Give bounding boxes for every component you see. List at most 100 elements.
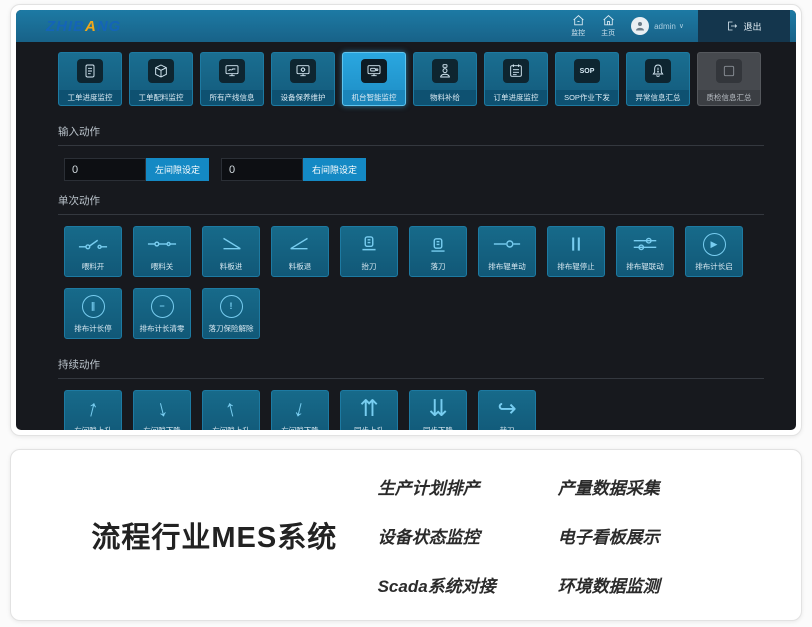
logo-text-2: NG	[97, 18, 122, 35]
section-title-single: 单次动作	[58, 183, 764, 215]
counter-pause-icon: ∥	[82, 295, 105, 318]
logout-button[interactable]: 退出	[698, 10, 790, 42]
nav-home-label: 主页	[601, 28, 615, 38]
feed-open-button[interactable]: 喂料开	[64, 226, 122, 277]
plate-back-button[interactable]: 料板退	[271, 226, 329, 277]
feature-equipment-status: 设备状态监控	[378, 523, 496, 548]
avatar	[631, 17, 649, 35]
single-action-row-2: ∥ 排布计长停 − 排布计长清零 ! 落刀保险解除	[64, 288, 764, 339]
tile-label: 质检信息汇总	[698, 90, 760, 105]
roller-stop-button[interactable]: 排布辊停止	[547, 226, 605, 277]
right-gap-down-button[interactable]: ↓ 右间隙下降	[271, 390, 329, 430]
sync-down-button[interactable]: ⇊ 同步下降	[409, 390, 467, 430]
counter-clear-icon: −	[151, 295, 174, 318]
feature-output-data: 产量数据采集	[558, 474, 660, 499]
logout-icon	[726, 20, 738, 32]
tile-label: 所有产线信息	[201, 90, 263, 105]
chevron-down-icon: ∨	[679, 22, 684, 30]
app-screenshot-card: ZHIBANG 监控 主页 admin ∨ 退出 工单进度监控	[10, 4, 802, 436]
counter-start-icon: ▶	[703, 233, 726, 256]
machine-smart-monitor-icon	[361, 59, 387, 83]
counter-start-button[interactable]: ▶ 排布计长启	[685, 226, 743, 277]
input-action-section: 输入动作 左间隙设定 右间隙设定	[16, 114, 796, 181]
feature-production-planning: 生产计划排产	[378, 474, 496, 499]
section-title-continuous: 持续动作	[58, 347, 764, 379]
right-gap-input-group: 右间隙设定	[221, 158, 366, 181]
logo-text: ZHIB	[46, 18, 85, 35]
right-gap-set-button[interactable]: 右间隙设定	[303, 158, 366, 181]
promo-card: 流程行业MES系统 生产计划排产 产量数据采集 设备状态监控 电子看板展示 Sc…	[10, 449, 802, 621]
tile-label: 异常信息汇总	[627, 90, 689, 105]
feed-close-icon	[134, 227, 190, 261]
knife-up-icon	[341, 227, 397, 261]
feed-close-button[interactable]: 喂料关	[133, 226, 191, 277]
user-menu[interactable]: admin ∨	[631, 17, 684, 35]
counter-clear-button[interactable]: − 排布计长清零	[133, 288, 191, 339]
cut-knife-icon: ↪	[497, 397, 516, 420]
tile-machine-smart-monitor[interactable]: 机台智能监控	[342, 52, 406, 106]
work-order-material-icon	[148, 59, 174, 83]
zhibang-logo: ZHIBANG	[46, 18, 121, 35]
tile-production-lines[interactable]: 所有产线信息	[200, 52, 264, 106]
sync-down-icon: ⇊	[428, 397, 447, 420]
roller-single-button[interactable]: 排布辊单动	[478, 226, 536, 277]
tile-label: 机台智能监控	[343, 90, 405, 105]
promo-title: 流程行业MES系统	[51, 514, 378, 556]
knife-down-button[interactable]: 落刀	[409, 226, 467, 277]
nav-home[interactable]: 主页	[601, 14, 615, 38]
roller-linked-button[interactable]: 排布辊联动	[616, 226, 674, 277]
tile-label: SOP作业下发	[556, 90, 618, 105]
cut-knife-button[interactable]: ↪ 裁刀	[478, 390, 536, 430]
tile-order-progress[interactable]: 订单进度监控	[484, 52, 548, 106]
left-gap-input-group: 左间隙设定	[64, 158, 209, 181]
left-gap-up-icon: ↑	[85, 395, 102, 420]
tile-equipment-maintenance[interactable]: 设备保养维护	[271, 52, 335, 106]
quality-info-icon	[716, 59, 742, 83]
tile-quality-info[interactable]: 质检信息汇总	[697, 52, 761, 106]
plate-forward-icon	[203, 227, 259, 261]
production-lines-icon	[219, 59, 245, 83]
left-gap-up-button[interactable]: ↑ 左间隙上升	[64, 390, 122, 430]
tile-sop-dispatch[interactable]: SOP SOP作业下发	[555, 52, 619, 106]
knife-up-button[interactable]: 抬刀	[340, 226, 398, 277]
tile-label: 订单进度监控	[485, 90, 547, 105]
logout-label: 退出	[743, 20, 761, 33]
right-gap-up-button[interactable]: ↑ 右间隙上升	[202, 390, 260, 430]
tile-work-order-material[interactable]: 工单配料监控	[129, 52, 193, 106]
app-header: ZHIBANG 监控 主页 admin ∨ 退出	[16, 10, 796, 42]
monitor-home-icon	[572, 14, 585, 27]
equipment-maintenance-icon	[290, 59, 316, 83]
nav-monitoring-label: 监控	[571, 28, 585, 38]
single-action-section: 单次动作 喂料开 喂料关 料板进 料板退 抬刀	[16, 183, 796, 339]
plate-forward-button[interactable]: 料板进	[202, 226, 260, 277]
left-gap-down-button[interactable]: ↓ 左间隙下降	[133, 390, 191, 430]
alert-bell-icon	[645, 59, 671, 83]
plate-back-icon	[272, 227, 328, 261]
left-gap-down-icon: ↓	[154, 395, 171, 420]
home-icon	[602, 14, 615, 27]
logo-accent: A	[85, 18, 97, 35]
tile-abnormal-info[interactable]: 异常信息汇总	[626, 52, 690, 106]
counter-pause-button[interactable]: ∥ 排布计长停	[64, 288, 122, 339]
mes-app: ZHIBANG 监控 主页 admin ∨ 退出 工单进度监控	[16, 10, 796, 430]
username: admin	[654, 22, 676, 31]
material-supply-icon	[432, 59, 458, 83]
tile-label: 工单进度监控	[59, 90, 121, 105]
tile-work-order-progress[interactable]: 工单进度监控	[58, 52, 122, 106]
tile-label: 物料补给	[414, 90, 476, 105]
nav-monitoring[interactable]: 监控	[571, 14, 585, 38]
module-tiles: 工单进度监控 工单配料监控 所有产线信息 设备保养维护 机台智能监控 物料补给 …	[16, 42, 796, 114]
feed-open-icon	[65, 227, 121, 261]
knife-safety-release-button[interactable]: ! 落刀保险解除	[202, 288, 260, 339]
roller-stop-icon	[548, 227, 604, 261]
left-gap-set-button[interactable]: 左间隙设定	[146, 158, 209, 181]
tile-material-supply[interactable]: 物料补给	[413, 52, 477, 106]
sop-icon: SOP	[574, 59, 600, 83]
knife-down-icon	[410, 227, 466, 261]
right-gap-down-icon: ↓	[292, 395, 309, 420]
left-gap-input[interactable]	[64, 158, 146, 181]
right-gap-input[interactable]	[221, 158, 303, 181]
sync-up-button[interactable]: ⇈ 同步上升	[340, 390, 398, 430]
right-gap-up-icon: ↑	[223, 395, 240, 420]
section-title-input: 输入动作	[58, 114, 764, 146]
